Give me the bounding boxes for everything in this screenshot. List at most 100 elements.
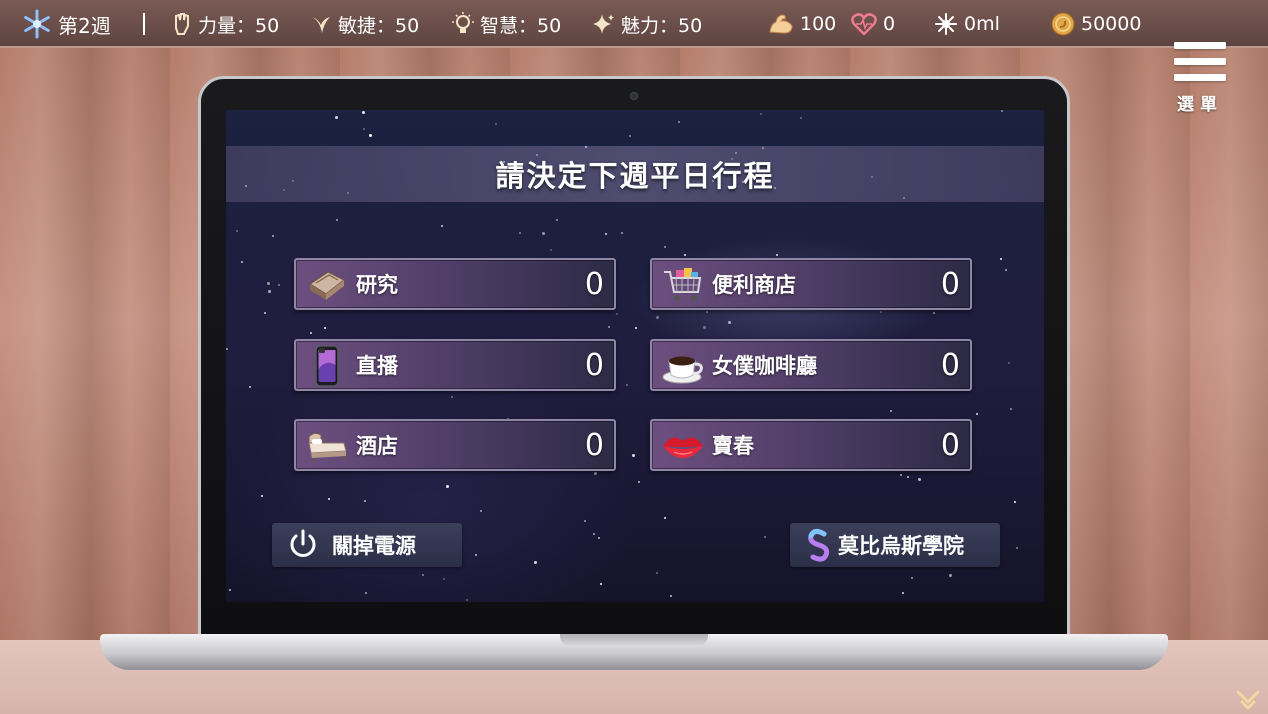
star-dot: [594, 472, 597, 475]
activity-count: 0: [584, 347, 604, 383]
stat-strength-text: 力量：50: [198, 14, 280, 37]
chevron-down-icon[interactable]: [1234, 684, 1262, 712]
star-dot: [1000, 258, 1002, 260]
stamina-indicator: 100: [768, 0, 836, 48]
star-dot: [534, 561, 537, 564]
activity-label: 酒店: [356, 433, 398, 458]
lips-icon: [663, 437, 703, 458]
burst-icon: [935, 13, 957, 35]
star-dot: [369, 134, 372, 137]
star-dot: [363, 128, 365, 130]
star-dot: [890, 410, 892, 412]
strength-fist-icon: [175, 13, 189, 35]
star-dot: [519, 232, 521, 234]
star-dot: [1010, 408, 1012, 410]
star-dot: [678, 121, 680, 123]
star-dot: [446, 485, 449, 488]
star-dot: [451, 396, 453, 398]
star-dot: [1001, 110, 1003, 112]
star-dot: [911, 577, 913, 579]
star-dot: [605, 233, 607, 235]
activity-label: 便利商店: [712, 272, 796, 297]
agility-wing-icon: [312, 17, 330, 33]
divider: [143, 13, 145, 35]
star-dot: [1014, 501, 1016, 503]
book-icon: [308, 271, 346, 300]
star-dot: [249, 386, 251, 388]
star-dot: [976, 413, 978, 415]
star-dot: [684, 254, 686, 256]
shopping-cart-icon: [664, 268, 702, 301]
activity-hotel-button[interactable]: 酒店 0: [294, 419, 616, 471]
laptop-screen: 請決定下週平日行程 研究 0 便利商店 0 直播 0 女僕咖啡廳 0 酒店 0 …: [226, 110, 1044, 602]
star-dot: [907, 476, 909, 478]
activity-label: 女僕咖啡廳: [712, 353, 817, 378]
power-icon: [290, 529, 316, 557]
star-dot: [335, 116, 338, 119]
fluid-value: 0ml: [964, 13, 1000, 35]
stat-wisdom-text: 智慧：50: [480, 14, 562, 37]
activity-prostitution-button[interactable]: 賣春 0: [650, 419, 972, 471]
star-dot: [267, 282, 270, 285]
star-dot: [933, 312, 935, 314]
activity-count: 0: [940, 266, 960, 302]
star-dot: [422, 574, 424, 576]
star-dot: [670, 595, 672, 597]
star-dot: [632, 454, 635, 457]
star-dot: [656, 572, 658, 574]
star-dot: [626, 384, 628, 386]
stat-wisdom: 智慧：50: [452, 0, 561, 48]
week-label: 第2週: [58, 13, 111, 38]
activity-count: 0: [940, 347, 960, 383]
star-dot: [703, 326, 706, 329]
star-dot: [598, 537, 600, 539]
stamina-value: 100: [800, 13, 837, 35]
menu-label: 選單: [1177, 95, 1223, 115]
star-dot: [764, 536, 766, 538]
star-dot: [600, 583, 602, 585]
star-dot: [584, 520, 586, 522]
coin-icon: [1051, 12, 1075, 36]
star-dot: [362, 111, 365, 114]
hotel-bed-icon: [308, 432, 347, 462]
star-dot: [264, 312, 266, 314]
power-off-button[interactable]: 關掉電源: [272, 523, 462, 567]
star-dot: [776, 254, 778, 256]
star-dot: [900, 474, 902, 476]
mobius-academy-button[interactable]: 莫比烏斯學院: [790, 523, 1000, 567]
menu-button[interactable]: 選單: [1170, 40, 1230, 115]
wisdom-bulb-icon: [452, 12, 474, 33]
activity-count: 0: [584, 427, 604, 463]
activity-maid-cafe-button[interactable]: 女僕咖啡廳 0: [650, 339, 972, 391]
activity-convenience-store-button[interactable]: 便利商店 0: [650, 258, 972, 310]
star-dot: [664, 246, 666, 248]
activity-label: 直播: [356, 353, 398, 378]
schedule-title: 請決定下週平日行程: [495, 159, 775, 193]
star-dot: [638, 481, 640, 483]
stat-charm-text: 魅力：50: [621, 14, 703, 37]
star-dot: [480, 510, 482, 512]
star-dot: [542, 232, 545, 235]
star-dot: [324, 327, 326, 329]
star-dot: [229, 589, 231, 591]
activity-livestream-button[interactable]: 直播 0: [294, 339, 616, 391]
power-off-label: 關掉電源: [332, 533, 416, 558]
stat-agility-text: 敏捷：50: [338, 14, 420, 37]
star-dot: [1005, 269, 1007, 271]
star-dot: [800, 117, 802, 119]
star-dot: [1008, 362, 1010, 364]
star-dot: [328, 498, 330, 500]
star-dot: [949, 574, 952, 577]
star-dot: [261, 495, 263, 497]
star-dot: [616, 313, 618, 315]
star-dot: [310, 332, 312, 334]
star-dot: [241, 261, 243, 263]
star-dot: [365, 592, 367, 594]
star-dot: [635, 327, 637, 329]
star-dot: [336, 219, 338, 221]
activity-research-button[interactable]: 研究 0: [294, 258, 616, 310]
star-dot: [629, 135, 631, 137]
fluid-indicator: 0ml: [934, 0, 1000, 48]
star-dot: [1016, 547, 1018, 549]
star-dot: [226, 348, 228, 350]
